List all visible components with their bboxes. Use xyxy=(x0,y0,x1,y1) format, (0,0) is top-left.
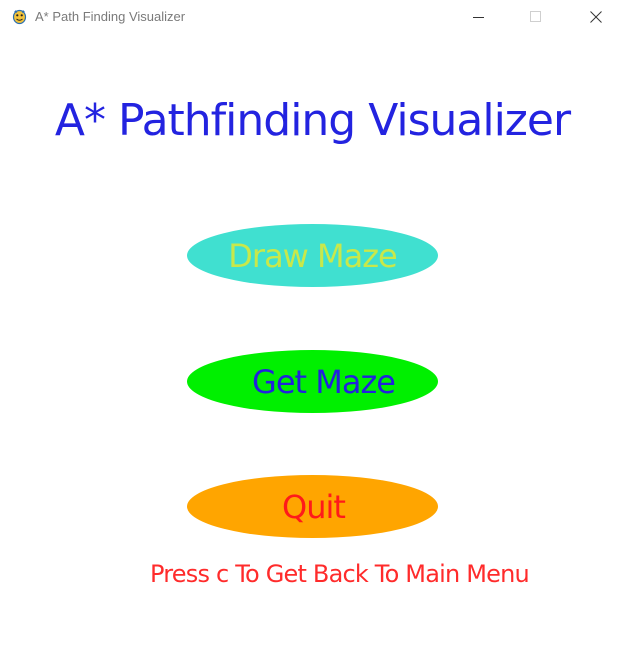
back-to-menu-hint: Press c To Get Back To Main Menu xyxy=(150,560,530,588)
close-icon xyxy=(590,11,602,23)
window-title: A* Path Finding Visualizer xyxy=(35,9,186,24)
pygame-snake-icon xyxy=(11,8,28,25)
maximize-icon xyxy=(530,11,541,22)
maximize-button[interactable] xyxy=(513,0,559,34)
get-maze-label: Get Maze xyxy=(252,362,396,401)
title-bar[interactable]: A* Path Finding Visualizer xyxy=(0,0,625,34)
minimize-icon xyxy=(473,17,484,18)
close-button[interactable] xyxy=(573,0,619,34)
draw-maze-button[interactable]: Draw Maze xyxy=(187,224,438,287)
page-title: A* Pathfinding Visualizer xyxy=(54,95,571,146)
minimize-button[interactable] xyxy=(456,0,502,34)
quit-button[interactable]: Quit xyxy=(187,475,438,538)
get-maze-button[interactable]: Get Maze xyxy=(187,350,438,413)
draw-maze-label: Draw Maze xyxy=(228,236,397,275)
quit-label: Quit xyxy=(282,487,346,526)
app-window: A* Path Finding Visualizer A* Pathfindin… xyxy=(0,0,625,661)
